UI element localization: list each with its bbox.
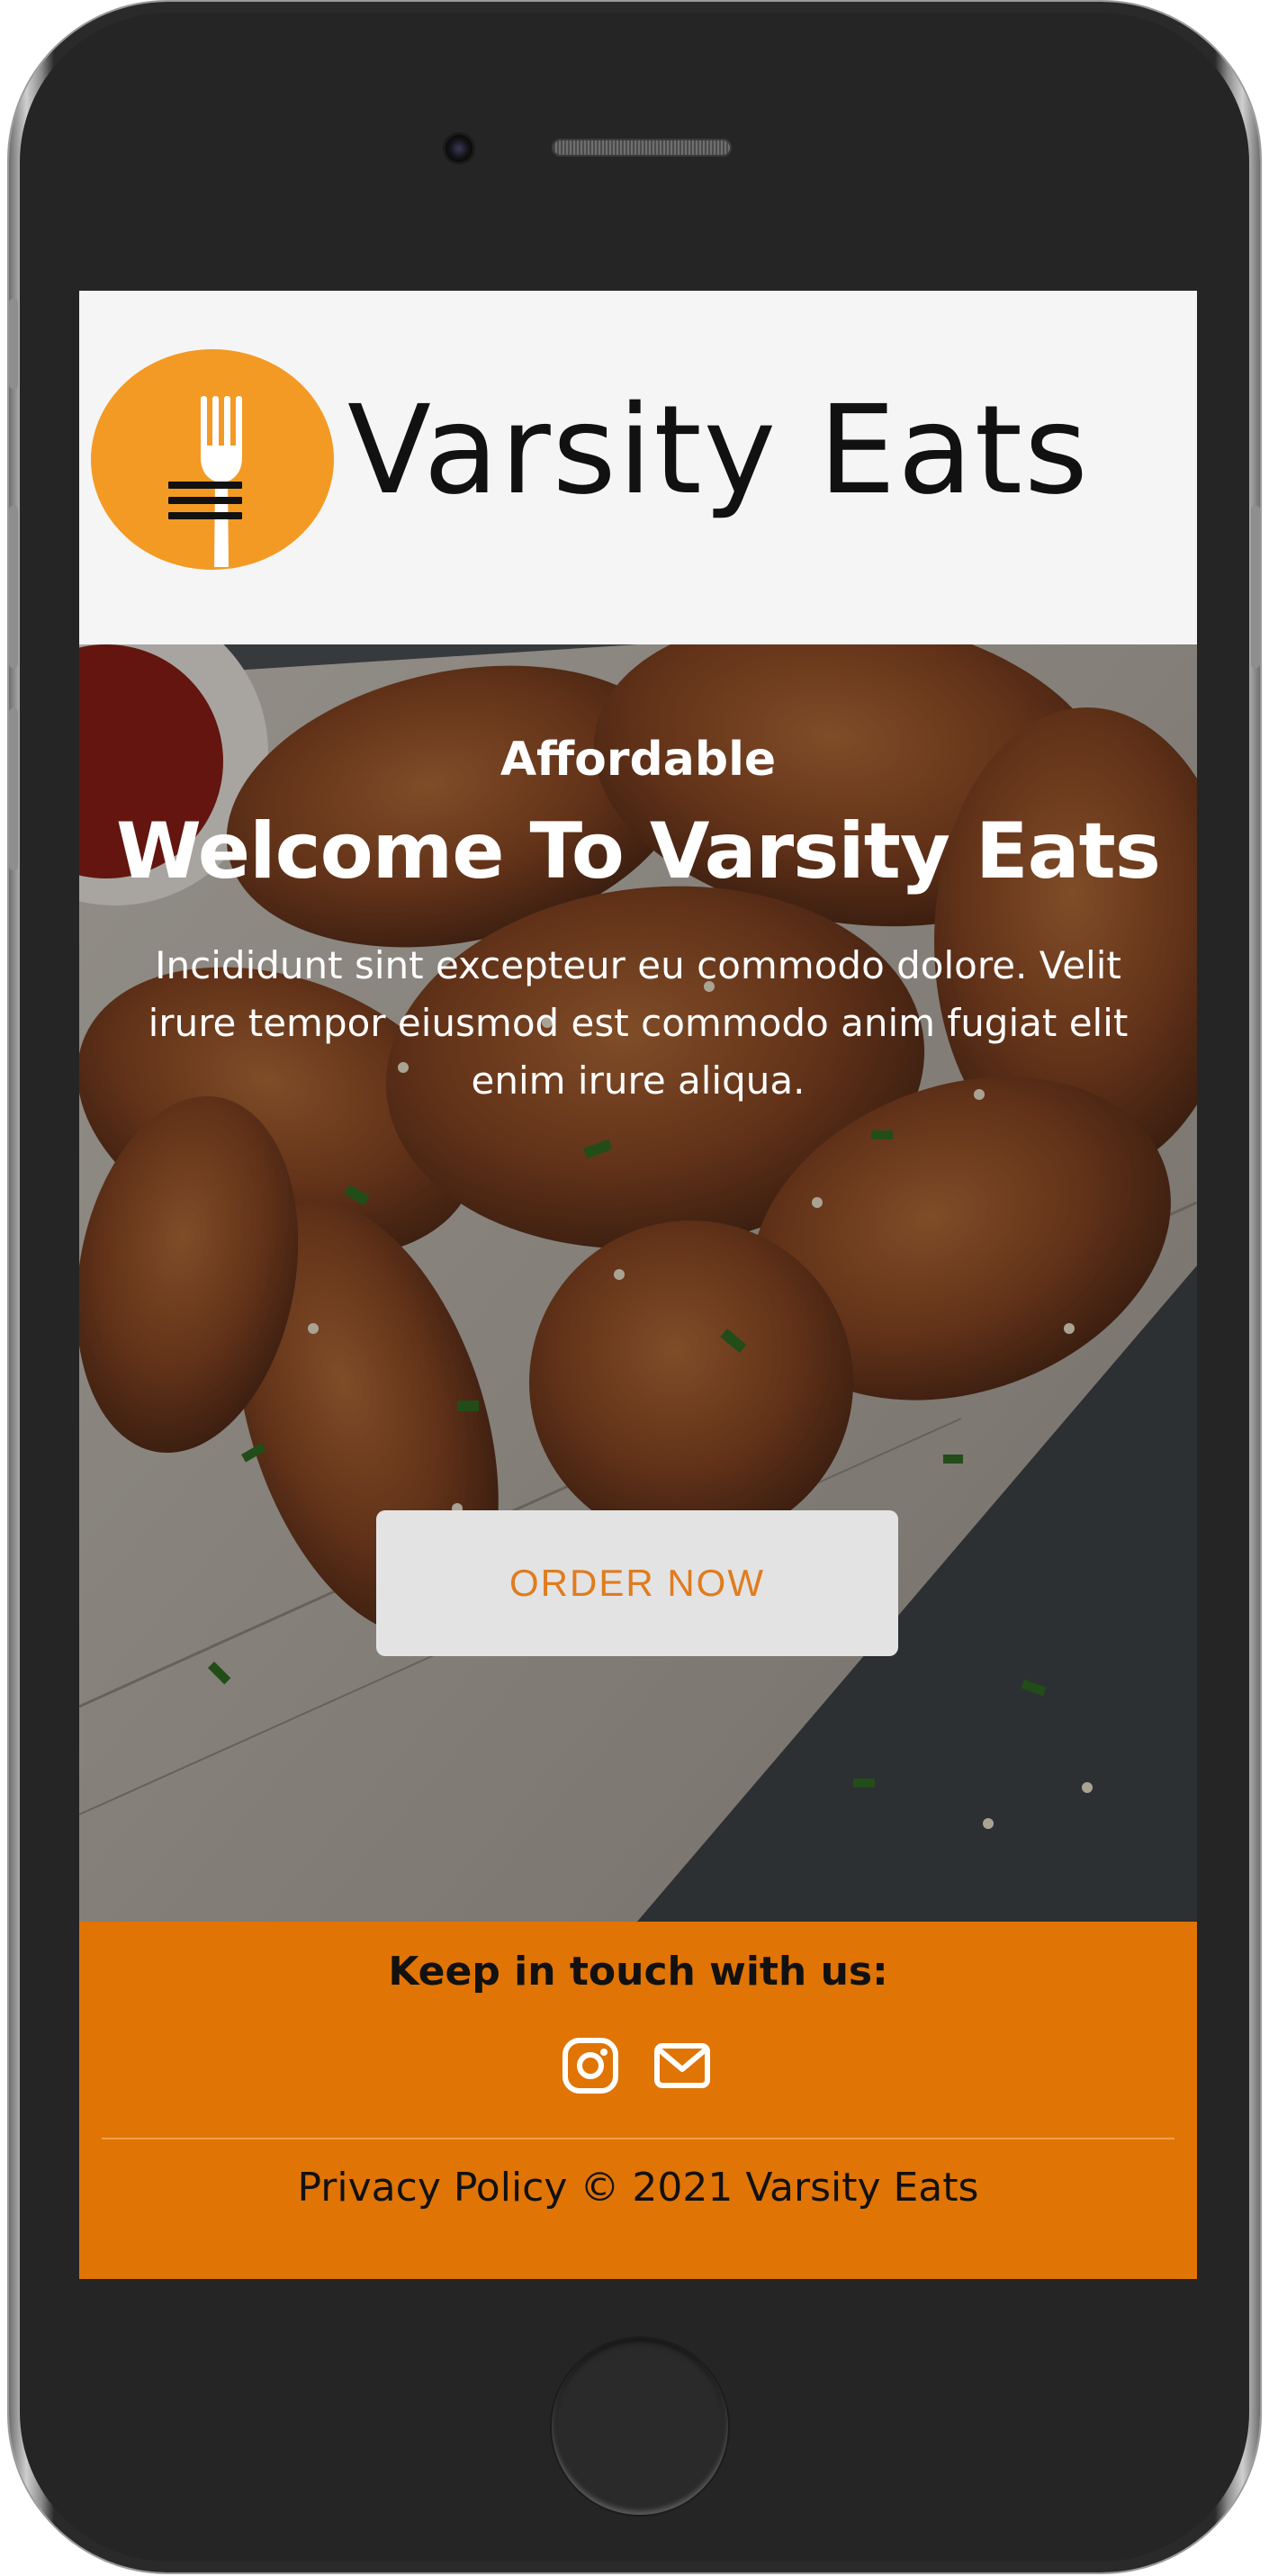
screen: Varsity Eats Affordable Welcome To Varsi… xyxy=(79,291,1197,2279)
logo-circle xyxy=(91,349,334,570)
order-now-button[interactable]: ORDER NOW xyxy=(376,1510,898,1656)
hero-section: Affordable Welcome To Varsity Eats Incid… xyxy=(79,644,1197,1922)
footer-divider xyxy=(102,2138,1174,2139)
hero-description: Incididunt sint excepteur eu commodo dol… xyxy=(148,943,1129,1103)
footer-copyright: Privacy Policy © 2021 Varsity Eats xyxy=(297,2165,979,2211)
earpiece-speaker xyxy=(552,139,732,157)
mail-icon[interactable] xyxy=(653,2037,711,2094)
hero-title: Welcome To Varsity Eats xyxy=(116,806,1161,896)
footer-heading: Keep in touch with us: xyxy=(388,1949,888,1995)
volume-up-button xyxy=(9,506,18,668)
front-camera xyxy=(446,135,472,162)
hero-subtitle: Affordable xyxy=(500,733,777,787)
instagram-icon[interactable] xyxy=(562,2037,619,2094)
brand-name: Varsity Eats xyxy=(347,380,1090,522)
phone-frame: Varsity Eats Affordable Welcome To Varsi… xyxy=(9,2,1260,2572)
volume-down-button xyxy=(9,708,18,870)
power-button xyxy=(1251,506,1260,668)
mute-switch xyxy=(9,299,18,389)
site-footer: Keep in touch with us: Privacy Policy © … xyxy=(79,1922,1197,2279)
site-header: Varsity Eats xyxy=(79,291,1197,644)
hamburger-menu-icon[interactable] xyxy=(168,482,242,527)
home-button xyxy=(552,2338,728,2515)
